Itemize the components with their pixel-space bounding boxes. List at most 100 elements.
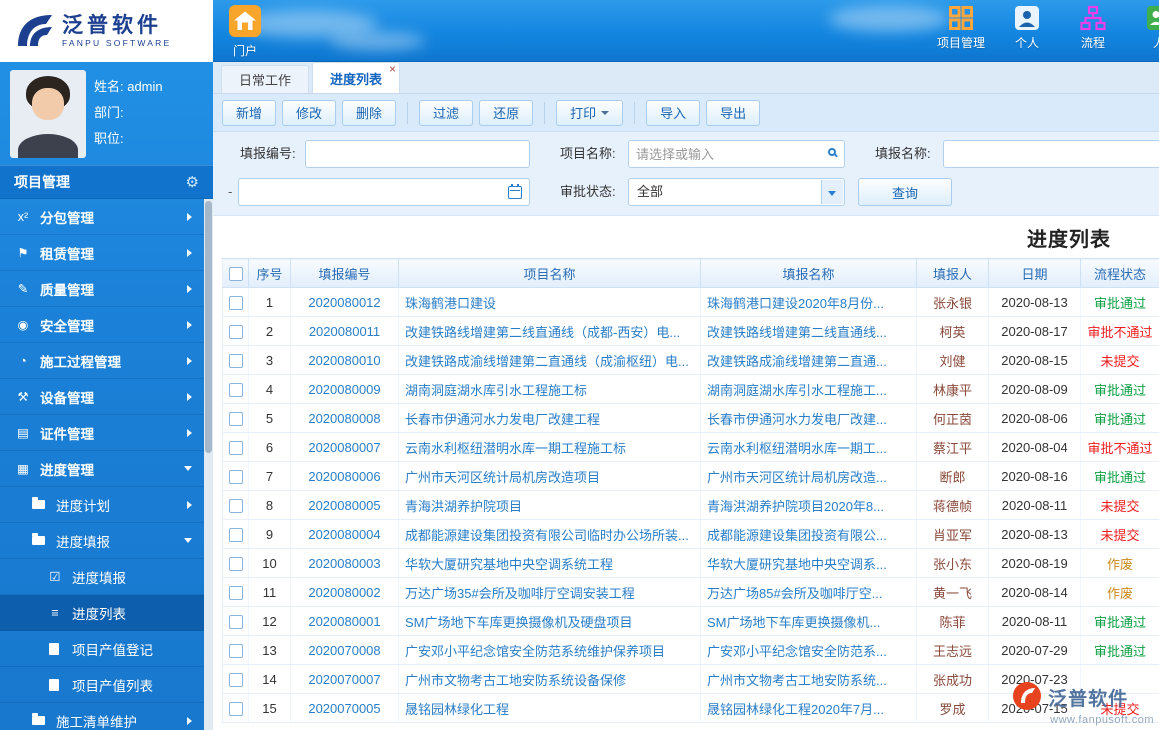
report-code-link[interactable]: 2020070008	[308, 643, 380, 658]
select-dropdown-button[interactable]	[821, 180, 843, 204]
report-code-link[interactable]: 2020080009	[308, 382, 380, 397]
row-checkbox[interactable]	[229, 324, 243, 339]
report-code-link[interactable]: 2020080003	[308, 556, 380, 571]
query-button[interactable]: 查询	[858, 178, 952, 206]
sidebar-item-lease[interactable]: ⚑ 租赁管理	[0, 235, 204, 271]
toolbar-button-delete[interactable]: 删除	[342, 99, 397, 126]
row-checkbox[interactable]	[229, 614, 243, 629]
column-header-project[interactable]: 项目名称	[398, 258, 701, 288]
row-checkbox[interactable]	[229, 701, 243, 716]
top-nav-personal[interactable]: 个人	[1001, 5, 1053, 51]
sidebar-item-construction-process[interactable]: ◔ 施工过程管理	[0, 343, 204, 379]
sidebar-item-safety[interactable]: ◉ 安全管理	[0, 307, 204, 343]
report-code-link[interactable]: 2020080001	[308, 614, 380, 629]
toolbar-button-print[interactable]: 打印	[556, 99, 624, 126]
row-checkbox[interactable]	[229, 498, 243, 513]
project-name-link[interactable]: 改建铁路成渝线增建第二直通线（成渝枢纽）电...	[405, 354, 689, 369]
row-checkbox[interactable]	[229, 527, 243, 542]
report-name-link[interactable]: 万达广场85#会所及咖啡厅空...	[707, 586, 883, 601]
project-name-link[interactable]: 珠海鹤港口建设	[405, 296, 496, 311]
report-code-input[interactable]	[305, 140, 530, 168]
project-name-link[interactable]: 万达广场35#会所及咖啡厅空调安装工程	[405, 586, 635, 601]
date-input[interactable]	[238, 178, 530, 206]
sidebar-item-progress-report[interactable]: ☑ 进度填报	[0, 559, 204, 595]
toolbar-button-filter[interactable]: 过滤	[419, 99, 474, 126]
calendar-icon[interactable]	[508, 183, 522, 199]
report-name-link[interactable]: 珠海鹤港口建设2020年8月份...	[707, 296, 884, 311]
top-nav-project-management[interactable]: 项目管理	[935, 5, 987, 51]
row-checkbox[interactable]	[229, 643, 243, 658]
row-checkbox[interactable]	[229, 440, 243, 455]
project-name-link[interactable]: 广州市天河区统计局机房改造项目	[405, 470, 600, 485]
sidebar-scrollbar[interactable]	[204, 199, 213, 730]
sidebar-item-quality[interactable]: ✎ 质量管理	[0, 271, 204, 307]
sidebar-item-progress-list[interactable]: ≡ 进度列表	[0, 595, 204, 631]
toolbar-button-export[interactable]: 导出	[706, 99, 761, 126]
report-name-link[interactable]: 晟铭园林绿化工程2020年7月...	[707, 702, 884, 717]
project-name-link[interactable]: 长春市伊通河水力发电厂改建工程	[405, 412, 600, 427]
column-header-report[interactable]: 填报名称	[700, 258, 917, 288]
project-name-link[interactable]: 湖南洞庭湖水库引水工程施工标	[405, 383, 587, 398]
toolbar-button-restore[interactable]: 还原	[479, 99, 534, 126]
select-all-checkbox[interactable]	[228, 266, 243, 281]
project-name-link[interactable]: 成都能源建设集团投资有限公司临时办公场所装...	[405, 528, 689, 543]
sidebar-scrollbar-thumb[interactable]	[205, 201, 212, 453]
project-name-link[interactable]: 广安邓小平纪念馆安全防范系统维护保养项目	[405, 644, 665, 659]
project-name-input[interactable]	[628, 140, 845, 168]
tab-progress-list[interactable]: 进度列表 ×	[312, 62, 401, 93]
report-name-link[interactable]: 广州市天河区统计局机房改造...	[707, 470, 887, 485]
report-name-link[interactable]: 云南水利枢纽潜明水库一期工...	[707, 441, 887, 456]
report-code-link[interactable]: 2020080010	[308, 353, 380, 368]
row-checkbox[interactable]	[229, 295, 243, 310]
column-header-date[interactable]: 日期	[988, 258, 1081, 288]
report-name-link[interactable]: 广安邓小平纪念馆安全防范系...	[707, 644, 887, 659]
top-nav-workflow[interactable]: 流程	[1067, 5, 1119, 51]
report-name-link[interactable]: SM广场地下车库更换摄像机...	[707, 615, 880, 630]
row-checkbox[interactable]	[229, 672, 243, 687]
report-name-link[interactable]: 改建铁路成渝线增建第二直通...	[707, 354, 887, 369]
sidebar-item-output-value-list[interactable]: 项目产值列表	[0, 667, 204, 703]
project-name-link[interactable]: 华软大厦研究基地中央空调系统工程	[405, 557, 613, 572]
project-name-link[interactable]: SM广场地下车库更换摄像机及硬盘项目	[405, 615, 633, 630]
report-code-link[interactable]: 2020080011	[309, 324, 380, 339]
column-header-seq[interactable]: 序号	[248, 258, 291, 288]
row-checkbox[interactable]	[229, 556, 243, 571]
top-nav-people[interactable]: 人	[1133, 5, 1159, 51]
toolbar-button-add[interactable]: 新增	[222, 99, 277, 126]
sidebar-section-header[interactable]: 项目管理 ⚙	[0, 165, 213, 199]
row-checkbox[interactable]	[229, 411, 243, 426]
row-checkbox[interactable]	[229, 585, 243, 600]
search-icon[interactable]	[828, 148, 836, 156]
tab-daily-work[interactable]: 日常工作	[221, 65, 310, 93]
sidebar-item-progress-report-group[interactable]: 进度填报	[0, 523, 204, 559]
close-icon[interactable]: ×	[389, 62, 396, 76]
report-name-link[interactable]: 华软大厦研究基地中央空调系...	[707, 557, 887, 572]
report-name-link[interactable]: 青海洪湖养护院项目2020年8...	[707, 499, 884, 514]
report-code-link[interactable]: 2020070005	[308, 701, 380, 716]
sidebar-item-subcontract[interactable]: x² 分包管理	[0, 199, 204, 235]
sidebar-item-equipment[interactable]: ⚒ 设备管理	[0, 379, 204, 415]
toolbar-button-edit[interactable]: 修改	[282, 99, 337, 126]
project-name-link[interactable]: 改建铁路线增建第二线直通线（成都-西安）电...	[405, 325, 680, 340]
report-code-link[interactable]: 2020080007	[308, 440, 380, 455]
project-name-link[interactable]: 广州市文物考古工地安防系统设备保修	[405, 673, 626, 688]
column-header-code[interactable]: 填报编号	[290, 258, 399, 288]
report-code-link[interactable]: 2020080008	[308, 411, 380, 426]
row-checkbox[interactable]	[229, 469, 243, 484]
report-code-link[interactable]: 2020080005	[308, 498, 380, 513]
report-code-link[interactable]: 2020080012	[308, 295, 380, 310]
portal-nav-item[interactable]: 门户	[222, 4, 268, 59]
gear-icon[interactable]: ⚙	[186, 173, 199, 191]
row-checkbox[interactable]	[229, 382, 243, 397]
project-name-link[interactable]: 晟铭园林绿化工程	[405, 702, 509, 717]
report-code-link[interactable]: 2020080002	[308, 585, 380, 600]
sidebar-item-output-value-register[interactable]: 项目产值登记	[0, 631, 204, 667]
report-name-link[interactable]: 广州市文物考古工地安防系统...	[707, 673, 887, 688]
toolbar-button-import[interactable]: 导入	[646, 99, 701, 126]
sidebar-item-progress-plan[interactable]: 进度计划	[0, 487, 204, 523]
sidebar-item-progress[interactable]: ▦ 进度管理	[0, 451, 204, 487]
project-name-link[interactable]: 云南水利枢纽潜明水库一期工程施工标	[405, 441, 626, 456]
report-name-input[interactable]	[943, 140, 1159, 168]
report-name-link[interactable]: 长春市伊通河水力发电厂改建...	[707, 412, 887, 427]
report-code-link[interactable]: 2020070007	[308, 672, 380, 687]
